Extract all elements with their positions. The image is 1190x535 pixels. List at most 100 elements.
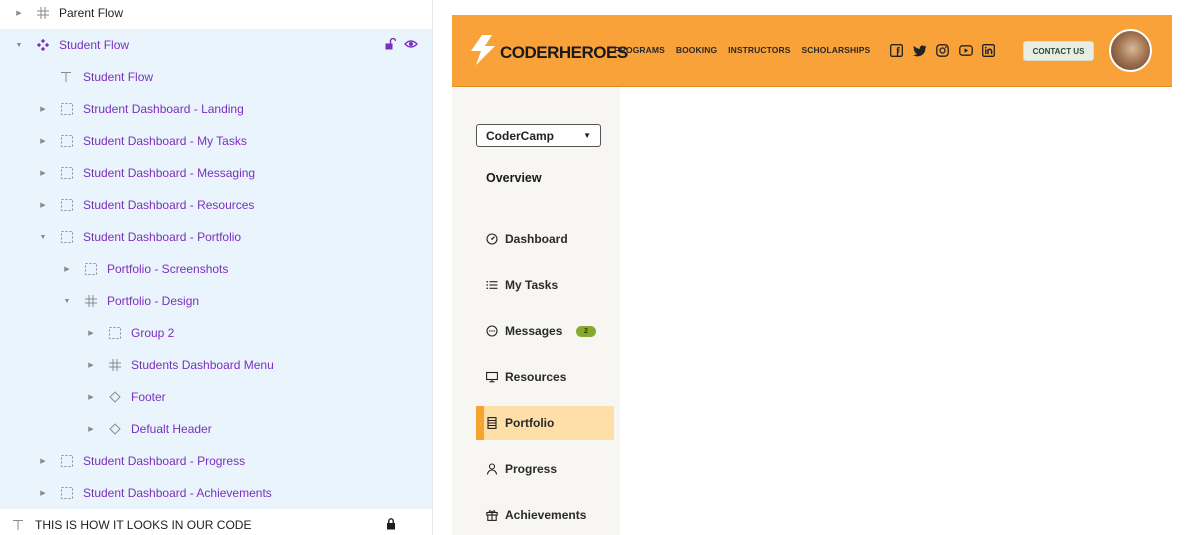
layer-row[interactable]: ▶ Portfolio - Screenshots: [0, 253, 432, 285]
caret-right-icon[interactable]: ▶: [38, 200, 48, 210]
brand-logo[interactable]: CODERHEROES: [470, 35, 628, 70]
frame-icon: [84, 294, 98, 308]
nav-link-instructors[interactable]: INSTRUCTORS: [728, 45, 790, 55]
layer-label: Student Flow: [59, 38, 130, 52]
layer-row[interactable]: ▶ Defualt Header: [0, 413, 432, 445]
frame-icon: [36, 6, 50, 20]
caret-right-icon[interactable]: ▶: [14, 8, 24, 18]
layer-label: Student Dashboard - Progress: [83, 454, 246, 468]
sidebar-item-label: Dashboard: [505, 232, 568, 246]
instance-icon: [108, 390, 122, 404]
facebook-icon[interactable]: [889, 43, 904, 58]
site-header: CODERHEROES PROGRAMS BOOKING INSTRUCTORS…: [452, 15, 1172, 87]
group-icon: [60, 486, 74, 500]
layer-row-student-flow[interactable]: ▼ Student Flow: [0, 29, 432, 61]
caret-right-icon[interactable]: ▶: [38, 488, 48, 498]
group-icon: [60, 454, 74, 468]
chat-icon: [486, 325, 498, 337]
person-icon: [486, 463, 498, 475]
instagram-icon[interactable]: [935, 43, 950, 58]
design-preview: CODERHEROES PROGRAMS BOOKING INSTRUCTORS…: [452, 15, 1172, 535]
layer-row[interactable]: ▼ Portfolio - Design: [0, 285, 432, 317]
sidebar-item-label: Achievements: [505, 508, 587, 522]
layer-label: THIS IS HOW IT LOOKS IN OUR CODE: [35, 518, 252, 532]
avatar[interactable]: [1109, 29, 1152, 72]
caret-down-icon[interactable]: ▼: [14, 40, 24, 50]
nav-link-scholarships[interactable]: SCHOLARSHIPS: [802, 45, 871, 55]
caret-right-icon[interactable]: ▶: [38, 168, 48, 178]
layers-panel: ▶ Parent Flow ▼ Student Flow Student Flo…: [0, 0, 433, 535]
layer-row[interactable]: Student Flow: [0, 61, 432, 93]
caret-right-icon[interactable]: ▶: [62, 264, 72, 274]
layer-row[interactable]: ▶ Student Dashboard - Resources: [0, 189, 432, 221]
youtube-icon[interactable]: [958, 43, 973, 58]
sidebar-item-label: My Tasks: [505, 278, 559, 292]
layer-row[interactable]: ▶ Strudent Dashboard - Landing: [0, 93, 432, 125]
instance-icon: [108, 422, 122, 436]
caret-right-icon[interactable]: ▶: [38, 104, 48, 114]
layer-label: Footer: [131, 390, 166, 404]
sidebar-item-resources[interactable]: Resources: [476, 360, 614, 394]
layer-row-parent-flow[interactable]: ▶ Parent Flow: [0, 0, 432, 29]
caret-right-icon[interactable]: ▶: [86, 392, 96, 402]
twitter-icon[interactable]: [912, 43, 927, 58]
eye-icon[interactable]: [404, 38, 418, 53]
chevron-down-icon: ▼: [583, 131, 591, 140]
unread-badge: 2: [576, 326, 596, 337]
workspace-select[interactable]: CoderCamp ▼: [476, 124, 601, 147]
sidebar-item-achievements[interactable]: Achievements: [476, 498, 614, 532]
sidebar-item-progress[interactable]: Progress: [476, 452, 614, 486]
group-icon: [60, 166, 74, 180]
student-sidebar: CoderCamp ▼ Overview Dashboard My Tasks …: [452, 87, 620, 535]
layer-label: Portfolio - Screenshots: [107, 262, 229, 276]
unlock-icon[interactable]: [384, 37, 397, 53]
sidebar-heading: Overview: [486, 171, 542, 185]
caret-right-icon[interactable]: ▶: [86, 424, 96, 434]
layer-row[interactable]: ▶ Student Dashboard - Progress: [0, 445, 432, 477]
caret-down-icon[interactable]: ▼: [62, 296, 72, 306]
layer-label: Student Dashboard - Achievements: [83, 486, 272, 500]
group-icon: [60, 198, 74, 212]
book-icon: [486, 417, 498, 429]
workspace-name: CoderCamp: [486, 128, 555, 143]
layer-actions: [384, 37, 418, 53]
layer-label: Student Flow: [83, 70, 154, 84]
nav-link-programs[interactable]: PROGRAMS: [614, 45, 665, 55]
group-icon: [84, 262, 98, 276]
contact-us-button[interactable]: CONTACT US: [1023, 41, 1094, 61]
layer-label: Strudent Dashboard - Landing: [83, 102, 244, 116]
sidebar-item-messages[interactable]: Messages 2: [476, 314, 614, 348]
sidebar-item-label: Messages: [505, 324, 563, 338]
sidebar-item-label: Portfolio: [505, 416, 555, 430]
layer-row[interactable]: ▶ Student Dashboard - Achievements: [0, 477, 432, 509]
caret-down-icon[interactable]: ▼: [38, 232, 48, 242]
layer-row[interactable]: ▶ Student Dashboard - Messaging: [0, 157, 432, 189]
layer-row[interactable]: ▶ Students Dashboard Menu: [0, 349, 432, 381]
layer-label: Students Dashboard Menu: [131, 358, 274, 372]
group-icon: [60, 230, 74, 244]
caret-right-icon[interactable]: ▶: [38, 136, 48, 146]
site-nav: PROGRAMS BOOKING INSTRUCTORS SCHOLARSHIP…: [614, 45, 870, 55]
social-links: [889, 43, 996, 58]
layer-row[interactable]: ▼ Student Dashboard - Portfolio: [0, 221, 432, 253]
linkedin-icon[interactable]: [981, 43, 996, 58]
layer-label: Student Dashboard - Resources: [83, 198, 255, 212]
layer-label: Defualt Header: [131, 422, 212, 436]
lightning-icon: [470, 35, 496, 70]
caret-right-icon[interactable]: ▶: [38, 456, 48, 466]
sidebar-item-dashboard[interactable]: Dashboard: [476, 222, 614, 256]
layer-row[interactable]: ▶ Group 2: [0, 317, 432, 349]
frame-icon: [108, 358, 122, 372]
sidebar-item-label: Resources: [505, 370, 567, 384]
layer-row[interactable]: ▶ Footer: [0, 381, 432, 413]
caret-right-icon[interactable]: ▶: [86, 360, 96, 370]
layer-row[interactable]: ▶ Student Dashboard - My Tasks: [0, 125, 432, 157]
text-icon: [11, 518, 25, 532]
sidebar-item-label: Progress: [505, 462, 558, 476]
lock-icon[interactable]: [386, 518, 396, 530]
sidebar-item-portfolio[interactable]: Portfolio: [476, 406, 614, 440]
layer-row-code-note[interactable]: THIS IS HOW IT LOOKS IN OUR CODE: [0, 509, 432, 535]
caret-right-icon[interactable]: ▶: [86, 328, 96, 338]
nav-link-booking[interactable]: BOOKING: [676, 45, 717, 55]
sidebar-item-my-tasks[interactable]: My Tasks: [476, 268, 614, 302]
